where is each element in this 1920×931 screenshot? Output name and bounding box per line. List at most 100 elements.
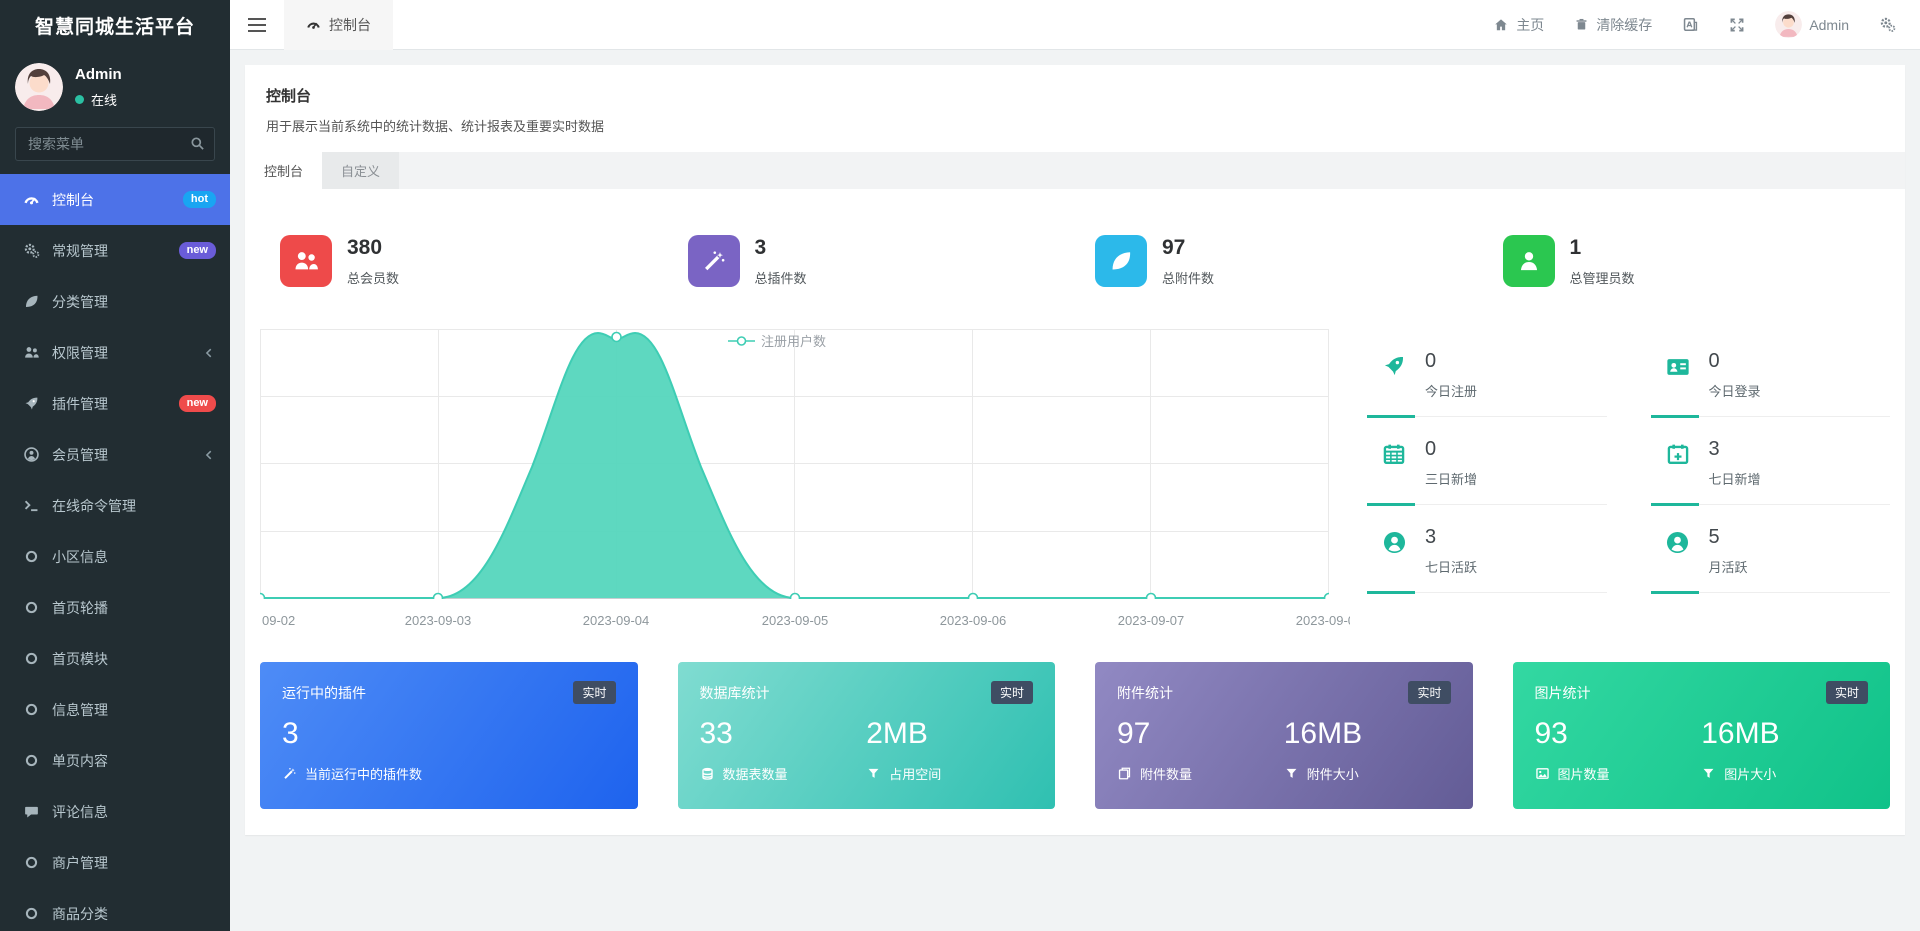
user-circle-icon <box>1379 526 1409 556</box>
user-circle-icon <box>1663 526 1693 556</box>
sidebar: 智慧同城生活平台 Admin 在线 控制台 hot 常 <box>0 0 230 931</box>
sidebar-item-merchant[interactable]: 商户管理 <box>0 837 230 888</box>
progress-line <box>1367 504 1607 505</box>
language-switch-icon[interactable] <box>1682 16 1699 33</box>
ministat-today-login: 0 今日登录 <box>1651 329 1891 417</box>
database-icon <box>700 766 715 781</box>
comment-icon <box>19 803 43 820</box>
stat-total-attachments: 97 总附件数 <box>1075 235 1483 287</box>
id-card-icon <box>1663 350 1693 381</box>
sidebar-item-banner[interactable]: 首页轮播 <box>0 582 230 633</box>
sidebar-item-command[interactable]: 在线命令管理 <box>0 480 230 531</box>
filter-icon <box>1701 766 1716 781</box>
dashboard-panel: 控制台 用于展示当前系统中的统计数据、统计报表及重要实时数据 控制台 自定义 3… <box>245 65 1905 835</box>
circle-icon <box>19 905 43 922</box>
gauge-icon <box>306 17 321 32</box>
magic-wand-icon <box>282 766 297 781</box>
sidebar-item-addon[interactable]: 插件管理 new <box>0 378 230 429</box>
new-badge: new <box>179 242 216 259</box>
new-badge: new <box>179 395 216 412</box>
sidebar-item-category[interactable]: 分类管理 <box>0 276 230 327</box>
image-icon <box>1535 766 1550 781</box>
chart-legend[interactable]: 注册用户数 <box>728 331 826 350</box>
settings-gears-icon[interactable] <box>1879 16 1896 33</box>
stat-total-admins: 1 总管理员数 <box>1483 235 1891 287</box>
online-dot-icon <box>75 95 84 104</box>
rocket-icon <box>1379 350 1409 379</box>
ministat-3day-new: 0 三日新增 <box>1367 417 1607 505</box>
magic-wand-icon <box>688 235 740 287</box>
user-circle-icon <box>19 446 43 463</box>
tab-dashboard[interactable]: 控制台 <box>245 152 322 189</box>
home-icon <box>1493 17 1509 33</box>
sidebar-item-goods-category[interactable]: 商品分类 <box>0 888 230 931</box>
fullscreen-icon[interactable] <box>1729 17 1745 33</box>
sidebar-item-comments[interactable]: 评论信息 <box>0 786 230 837</box>
calendar-plus-icon <box>1663 438 1693 467</box>
gauge-icon <box>19 191 43 208</box>
sidebar-item-info[interactable]: 信息管理 <box>0 684 230 735</box>
mini-stats: 0 今日注册 0 <box>1367 329 1890 633</box>
circle-icon <box>19 599 43 616</box>
summary-cards-row: 运行中的插件 实时 3 当前运行中的插件数 <box>260 662 1890 809</box>
search-icon[interactable] <box>189 135 206 157</box>
app-window: 智慧同城生活平台 Admin 在线 控制台 hot 常 <box>0 0 1920 931</box>
avatar <box>1775 11 1802 38</box>
ministat-today-register: 0 今日注册 <box>1367 329 1607 417</box>
circle-icon <box>19 548 43 565</box>
sidebar-menu: 控制台 hot 常规管理 new 分类管理 权限管理 插件管理 new <box>0 174 230 931</box>
sidebar-item-home-module[interactable]: 首页模块 <box>0 633 230 684</box>
sidebar-item-member[interactable]: 会员管理 <box>0 429 230 480</box>
progress-line <box>1651 416 1891 417</box>
sidebar-item-general[interactable]: 常规管理 new <box>0 225 230 276</box>
realtime-badge: 实时 <box>573 681 615 704</box>
filter-icon <box>866 766 881 781</box>
progress-line <box>1367 592 1607 593</box>
sidebar-item-dashboard[interactable]: 控制台 hot <box>0 174 230 225</box>
brand-title: 智慧同城生活平台 <box>0 0 230 50</box>
topbar-tab-dashboard[interactable]: 控制台 <box>284 0 393 50</box>
card-attachment-stats: 附件统计 实时 97 附件数量 <box>1095 662 1473 809</box>
tab-content: 380 总会员数 3 总插件数 <box>245 235 1905 835</box>
sidebar-item-single-page[interactable]: 单页内容 <box>0 735 230 786</box>
topbar: 控制台 主页 清除缓存 Admin <box>230 0 1920 50</box>
hamburger-menu-icon[interactable] <box>230 14 284 36</box>
realtime-badge: 实时 <box>1408 681 1450 704</box>
chart-row: 注册用户数 09-02 2023-09-03 2023-09-04 2023-0… <box>260 329 1890 633</box>
progress-line <box>1651 504 1891 505</box>
x-axis-labels: 09-02 2023-09-03 2023-09-04 2023-09-05 2… <box>260 613 1350 633</box>
card-running-addons: 运行中的插件 实时 3 当前运行中的插件数 <box>260 662 638 809</box>
user-name: Admin <box>75 66 122 83</box>
main-area: 控制台 主页 清除缓存 Admin <box>230 0 1920 931</box>
search-input[interactable] <box>15 127 215 161</box>
registered-users-chart[interactable]: 注册用户数 09-02 2023-09-03 2023-09-04 2023-0… <box>260 329 1329 633</box>
topbar-user[interactable]: Admin <box>1775 11 1849 38</box>
topbar-user-name: Admin <box>1809 17 1849 33</box>
stats-row: 380 总会员数 3 总插件数 <box>260 235 1890 287</box>
home-button[interactable]: 主页 <box>1493 15 1544 35</box>
user-avatar[interactable] <box>15 63 63 111</box>
clear-cache-button[interactable]: 清除缓存 <box>1574 15 1652 35</box>
users-group-icon <box>280 235 332 287</box>
hot-badge: hot <box>183 191 216 208</box>
ministat-month-active: 5 月活跃 <box>1651 505 1891 593</box>
card-database-stats: 数据库统计 实时 33 数据表数量 <box>678 662 1056 809</box>
terminal-icon <box>19 497 43 514</box>
stat-total-members: 380 总会员数 <box>260 235 668 287</box>
ministat-7day-active: 3 七日活跃 <box>1367 505 1607 593</box>
sidebar-item-auth[interactable]: 权限管理 <box>0 327 230 378</box>
sidebar-user-panel: Admin 在线 <box>0 50 230 115</box>
page-title: 控制台 <box>266 85 1884 106</box>
chevron-left-icon <box>202 448 216 462</box>
sidebar-item-community[interactable]: 小区信息 <box>0 531 230 582</box>
progress-line <box>1367 416 1607 417</box>
ministat-7day-new: 3 七日新增 <box>1651 417 1891 505</box>
stat-total-addons: 3 总插件数 <box>668 235 1076 287</box>
tab-custom[interactable]: 自定义 <box>322 152 399 189</box>
user-status: 在线 <box>75 90 122 109</box>
circle-icon <box>19 701 43 718</box>
page-description: 用于展示当前系统中的统计数据、统计报表及重要实时数据 <box>266 116 1884 135</box>
gears-icon <box>19 242 43 259</box>
circle-icon <box>19 752 43 769</box>
circle-icon <box>19 854 43 871</box>
